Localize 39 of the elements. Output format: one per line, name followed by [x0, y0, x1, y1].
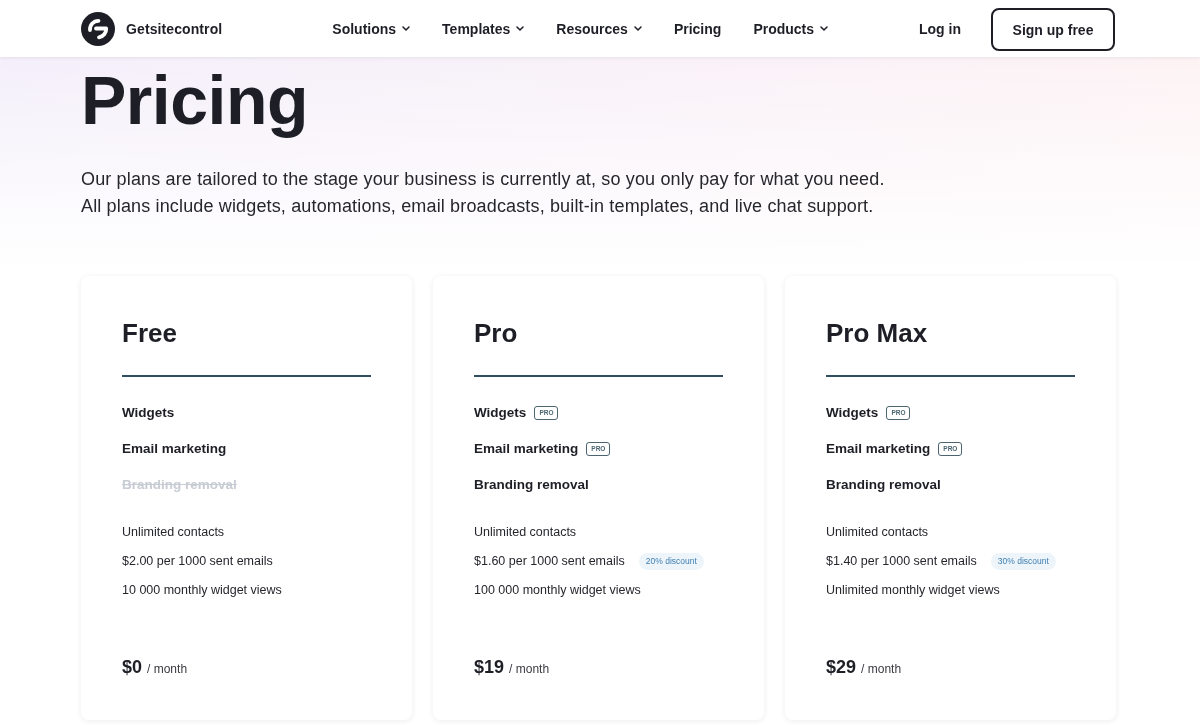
plan-limit-text: $1.60 per 1000 sent emails [474, 553, 625, 570]
plan-limit-text: $2.00 per 1000 sent emails [122, 553, 273, 570]
plan-name: Free [122, 317, 178, 349]
plan-limit-text: Unlimited contacts [474, 524, 577, 541]
feature-label: Widgets [474, 404, 527, 422]
feature-label: Email marketing [474, 440, 579, 458]
nav-link[interactable]: Templates [442, 20, 525, 37]
price-period: / month [861, 662, 902, 676]
feature-label: Branding removal [474, 476, 589, 494]
discount-tag: 30% discount [990, 552, 1056, 570]
plan-limit-text: Unlimited monthly widget views [826, 582, 1000, 599]
nav-link[interactable]: Solutions [332, 20, 411, 37]
price-period: / month [509, 662, 550, 676]
plan-name: Pro Max [826, 317, 929, 349]
plan-limit-text: 10 000 monthly widget views [122, 582, 282, 599]
plan-limit-text: Unlimited contacts [826, 524, 929, 541]
feature-label: Email marketing [122, 440, 227, 458]
login-link[interactable]: Log in [919, 20, 961, 37]
plan-limit-text: Unlimited contacts [122, 524, 225, 541]
plan-price: $19 [474, 656, 505, 679]
brand-name[interactable]: Getsitecontrol [126, 20, 223, 37]
feature-label: Email marketing [826, 440, 931, 458]
nav-link[interactable]: Products [753, 20, 829, 37]
plan-name: Pro [474, 317, 519, 349]
nav-link[interactable]: Resources [556, 20, 642, 37]
discount-tag: 20% discount [638, 552, 704, 570]
signup-button[interactable]: Sign up free [991, 8, 1115, 51]
plan-price: $29 [826, 656, 857, 679]
plan-limit-text: $1.40 per 1000 sent emails [826, 553, 977, 570]
feature-label: Widgets [122, 404, 175, 422]
nav-link[interactable]: Pricing [673, 20, 722, 37]
intro-text: All plans include widgets, automations, email broadcasts, built-in templates, and live chat support. [81, 195, 875, 218]
plan-limit-text: 100 000 monthly widget views [474, 582, 641, 599]
intro-text: Our plans are tailored to the stage your business is currently at, so you only pay for what you need. [81, 168, 886, 191]
price-period: / month [147, 662, 188, 676]
feature-label: Widgets [826, 404, 879, 422]
plan-price: $0 [122, 656, 143, 679]
logo-icon[interactable] [81, 11, 115, 46]
feature-label: Branding removal [826, 476, 941, 494]
